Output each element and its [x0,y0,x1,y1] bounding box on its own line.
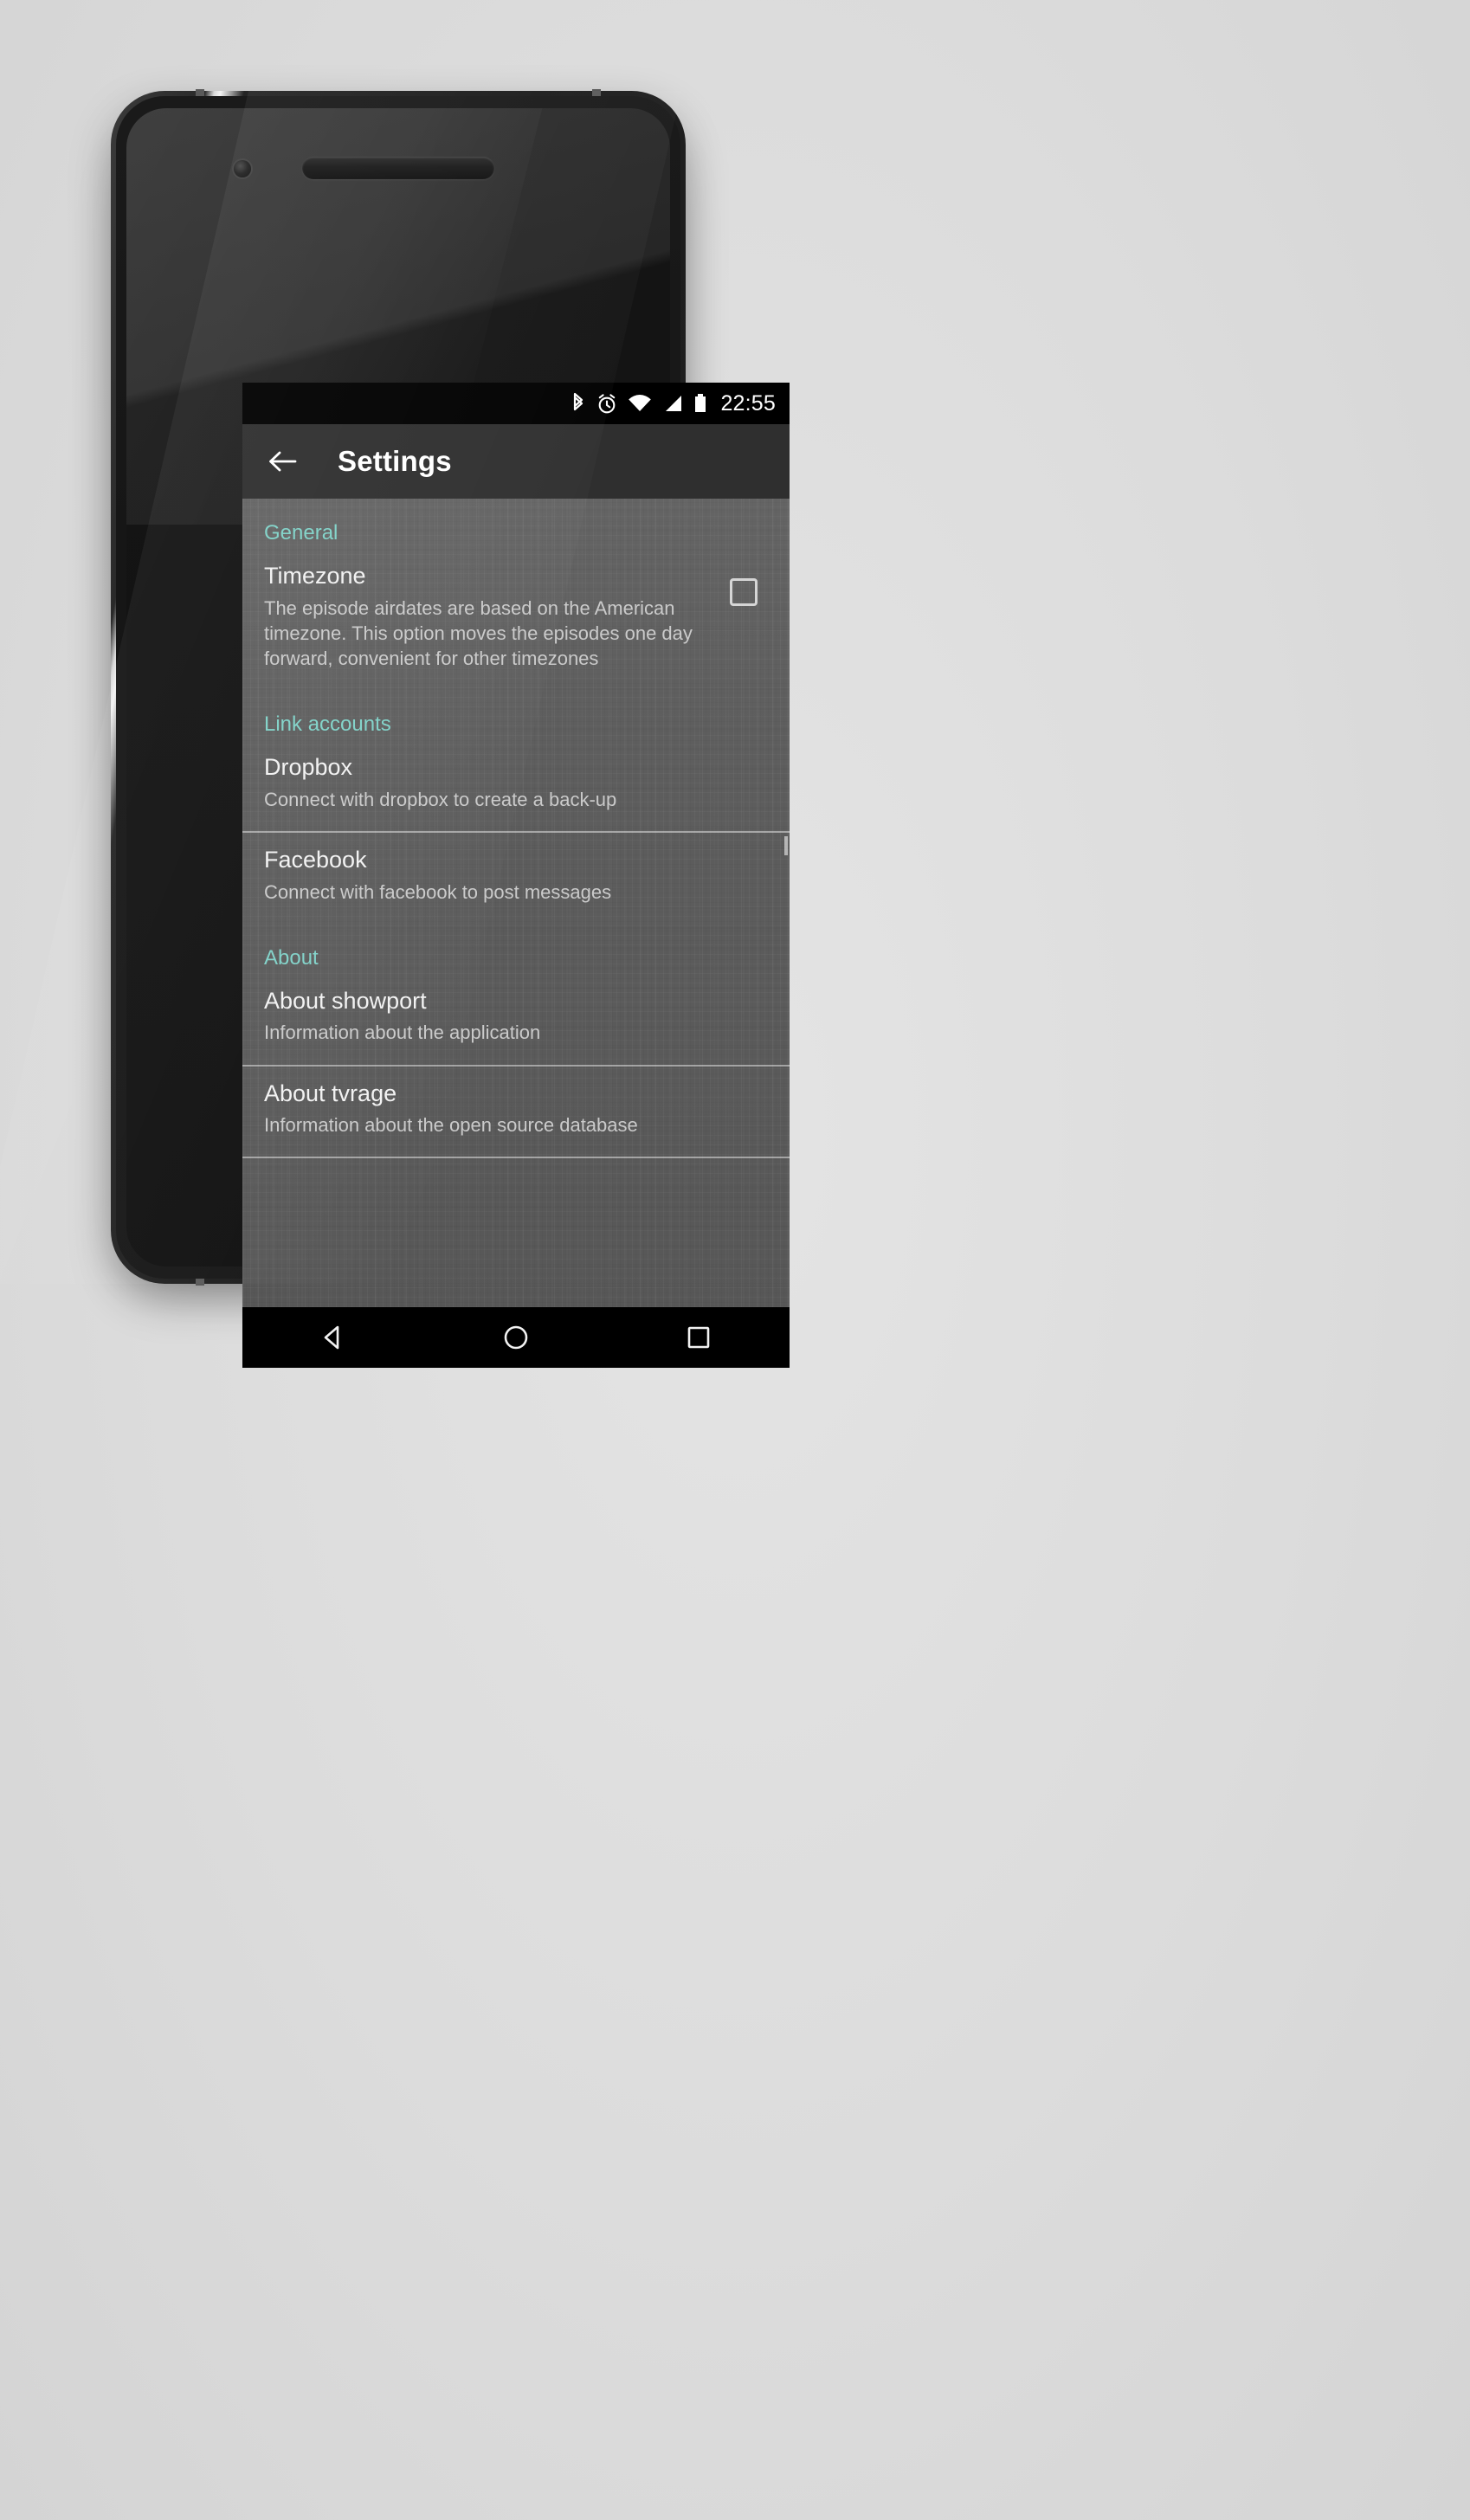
phone-screen: 22:55 Settings General Timezone The epis… [242,383,790,1368]
setting-row-about-showport[interactable]: About showport Information about the app… [242,974,790,1065]
battery-icon [693,391,708,416]
setting-row-text: Timezone The episode airdates are based … [264,561,714,671]
list-divider [242,1157,790,1159]
setting-row-dropbox[interactable]: Dropbox Connect with dropbox to create a… [242,740,790,831]
settings-list: General Timezone The episode airdates ar… [242,499,790,1159]
section-header-link-accounts: Link accounts [264,712,391,737]
timezone-checkbox[interactable] [730,578,758,606]
setting-title: About tvrage [264,1080,397,1106]
status-bar-clock: 22:55 [720,390,776,416]
setting-title: About showport [264,987,427,1014]
setting-subtitle: Information about the open source databa… [264,1114,638,1137]
earpiece-speaker [302,157,494,179]
cellular-signal-icon [661,391,684,416]
back-arrow-icon[interactable] [263,442,301,480]
nav-recents-icon[interactable] [661,1307,736,1368]
status-bar: 22:55 [242,383,790,424]
bluetooth-icon [570,391,587,416]
setting-subtitle: Connect with facebook to post messages [264,880,612,903]
setting-subtitle: The episode airdates are based on the Am… [264,596,693,670]
setting-title: Timezone [264,563,366,589]
nav-home-icon[interactable] [479,1307,553,1368]
page-title: Settings [338,445,452,477]
app-toolbar: Settings [242,424,790,499]
section-header-general: General [264,521,338,545]
setting-subtitle: Information about the application [264,1022,541,1044]
scrollbar-thumb[interactable] [784,836,788,855]
setting-row-text: Dropbox Connect with dropbox to create a… [264,752,768,812]
setting-row-timezone[interactable]: Timezone The episode airdates are based … [242,549,790,690]
setting-row-facebook[interactable]: Facebook Connect with facebook to post m… [242,833,790,924]
page-backdrop: 22:55 Settings General Timezone The epis… [0,0,1470,2520]
setting-title: Dropbox [264,754,353,781]
setting-row-about-tvrage[interactable]: About tvrage Information about the open … [242,1067,790,1157]
settings-scroll-container[interactable]: General Timezone The episode airdates ar… [242,499,790,1307]
section-header-about: About [264,945,319,970]
setting-title: Facebook [264,847,367,873]
wifi-icon [627,391,653,416]
nav-back-icon[interactable] [296,1307,371,1368]
alarm-icon [596,391,618,416]
setting-row-text: Facebook Connect with facebook to post m… [264,845,768,905]
setting-subtitle: Connect with dropbox to create a back-up [264,788,617,810]
front-camera [234,160,251,177]
setting-row-text: About showport Information about the app… [264,986,768,1046]
setting-row-text: About tvrage Information about the open … [264,1079,768,1138]
android-navigation-bar [242,1307,790,1368]
